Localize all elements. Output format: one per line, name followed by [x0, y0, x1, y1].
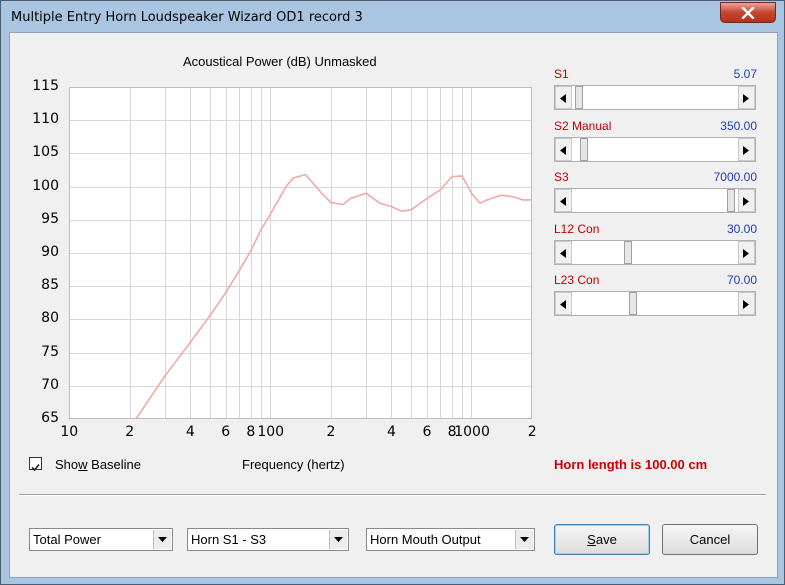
slider-label: S2 Manual [554, 118, 612, 133]
scroll-right-button[interactable] [738, 86, 755, 109]
save-mnemonic: S [587, 532, 596, 547]
show-baseline-text-a: Sho [55, 457, 79, 472]
scroll-left-button[interactable] [555, 189, 572, 212]
window-title: Multiple Entry Horn Loudspeaker Wizard O… [11, 10, 363, 25]
power-type-select[interactable]: Total Power [29, 528, 173, 551]
cancel-button[interactable]: Cancel [662, 524, 758, 555]
y-tick-label: 80 [41, 310, 59, 327]
wizard-window: Multiple Entry Horn Loudspeaker Wizard O… [0, 0, 785, 585]
power-chart [69, 87, 532, 419]
output-select[interactable]: Horn Mouth Output [366, 528, 535, 551]
chevron-down-icon [520, 537, 529, 542]
slider-thumb[interactable] [579, 137, 588, 161]
arrow-left-icon [560, 94, 566, 103]
horn-section-select[interactable]: Horn S1 - S3 [187, 528, 349, 551]
slider-thumb[interactable] [575, 86, 584, 109]
slider-label: S1 [554, 67, 569, 81]
slider-scrollbar[interactable] [554, 188, 756, 213]
scroll-right-button[interactable] [738, 189, 755, 212]
x-tick-label: 2 [527, 424, 537, 440]
show-baseline-text-b: Baseline [87, 457, 142, 472]
show-baseline-checkbox[interactable] [29, 457, 42, 472]
chevron-down-icon [158, 537, 167, 542]
x-tick-label: 100 [257, 424, 285, 440]
slider-thumb[interactable] [628, 292, 637, 315]
x-tick-label: 8 [246, 424, 256, 440]
chevron-down-icon [334, 537, 343, 542]
scroll-right-button[interactable] [738, 292, 755, 315]
horn-section-value: Horn S1 - S3 [191, 532, 267, 547]
slider-value: 30.00 [726, 221, 757, 236]
scroll-left-button[interactable] [555, 240, 572, 264]
slider-value: 7000.00 [713, 170, 757, 184]
arrow-right-icon [743, 94, 749, 103]
slider-scrollbar[interactable] [554, 239, 756, 265]
slider-thumb[interactable] [624, 240, 633, 264]
scroll-right-button[interactable] [738, 137, 755, 161]
scroll-left-button[interactable] [555, 86, 572, 109]
chart-title: Acoustical Power (dB) Unmasked [183, 54, 377, 69]
close-button[interactable] [720, 2, 776, 23]
horn-length-text: Horn length is 100.00 cm [554, 457, 708, 472]
checkmark-icon [31, 463, 40, 472]
arrow-left-icon [560, 145, 566, 155]
y-tick-label: 65 [41, 410, 59, 426]
y-tick-label: 115 [32, 78, 59, 94]
y-tick-label: 100 [32, 177, 59, 194]
x-tick-label: 2 [125, 424, 135, 440]
x-tick-label: 6 [422, 424, 432, 440]
slider-value: 70.00 [726, 273, 757, 287]
slider-scrollbar[interactable] [554, 291, 756, 316]
x-tick-label: 4 [185, 424, 195, 440]
x-tick-label: 2 [326, 424, 336, 440]
y-tick-label: 75 [41, 343, 59, 360]
save-label: Save [587, 532, 617, 547]
show-baseline-mnemonic: w [78, 457, 88, 472]
y-tick-label: 105 [32, 144, 59, 161]
power-type-value: Total Power [33, 532, 101, 547]
y-tick-label: 110 [32, 111, 59, 128]
save-rest: ave [595, 532, 617, 547]
arrow-left-icon [560, 300, 566, 309]
arrow-right-icon [743, 300, 749, 309]
show-baseline-label[interactable]: Show Baseline [55, 457, 141, 472]
slider-scrollbar[interactable] [554, 85, 756, 110]
title-bar: Multiple Entry Horn Loudspeaker Wizard O… [1, 1, 784, 31]
x-axis-label: Frequency (hertz) [242, 457, 345, 472]
slider-label: S3 [554, 170, 569, 184]
slider-value: 350.00 [720, 118, 757, 133]
arrow-right-icon [743, 248, 749, 258]
arrow-right-icon [743, 145, 749, 155]
y-tick-label: 95 [41, 210, 59, 227]
x-tick-label: 4 [387, 424, 396, 440]
arrow-left-icon [560, 197, 566, 206]
y-tick-label: 85 [41, 277, 59, 294]
x-tick-label: 10 [60, 424, 79, 440]
slider-label: L23 Con [554, 273, 600, 287]
separator [19, 494, 766, 496]
arrow-left-icon [560, 248, 566, 258]
x-tick-label: 1000 [454, 424, 490, 440]
scroll-right-button[interactable] [738, 240, 755, 264]
slider-value: 5.07 [733, 67, 757, 81]
slider-label: L12 Con [554, 221, 600, 236]
slider-scrollbar[interactable] [554, 136, 756, 162]
x-tick-label: 6 [221, 424, 231, 440]
scroll-left-button[interactable] [555, 292, 572, 315]
output-value: Horn Mouth Output [370, 532, 481, 547]
arrow-right-icon [743, 197, 749, 206]
save-button[interactable]: Save [554, 524, 650, 555]
slider-thumb[interactable] [726, 189, 735, 212]
close-icon [741, 7, 755, 19]
y-tick-label: 90 [41, 244, 59, 260]
scroll-left-button[interactable] [555, 137, 572, 161]
y-tick-label: 70 [41, 376, 59, 393]
